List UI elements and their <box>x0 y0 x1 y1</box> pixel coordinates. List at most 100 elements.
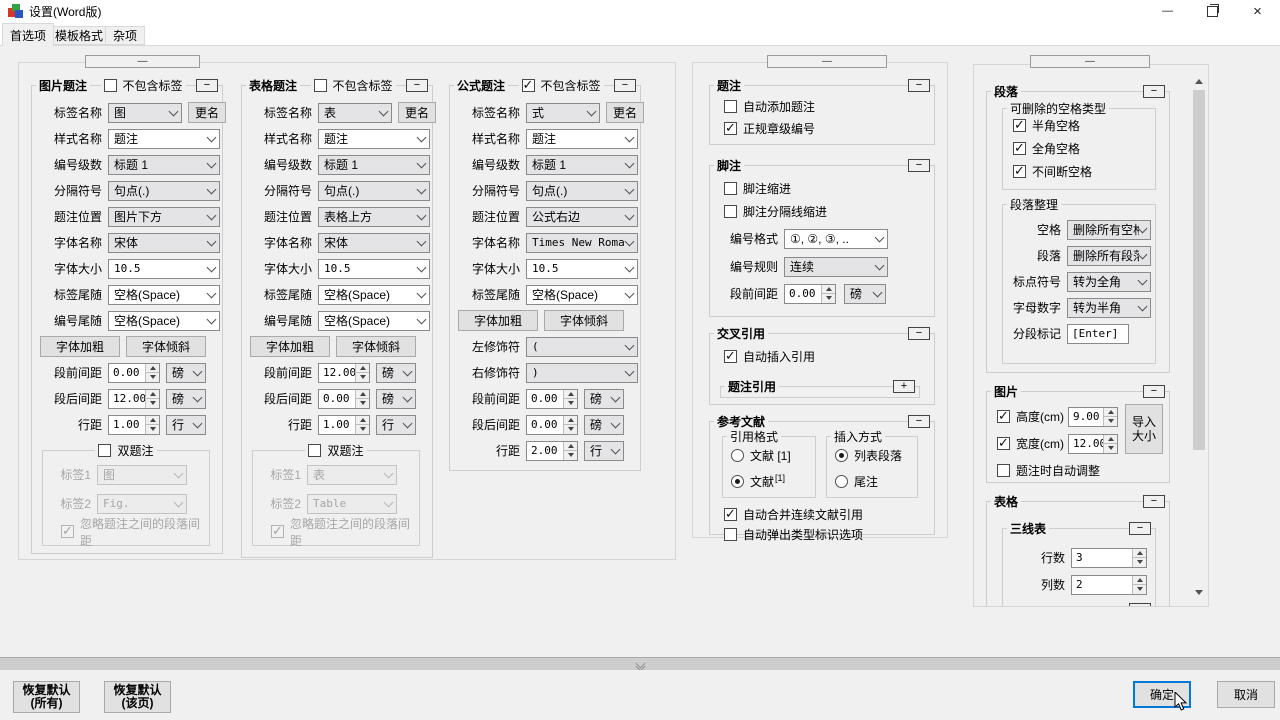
minimize-button[interactable]: — <box>1145 0 1190 22</box>
right-decorator-combo[interactable]: ) <box>526 363 638 383</box>
number-level-combo[interactable]: 标题 1 <box>318 155 430 175</box>
splitter-bar[interactable] <box>0 657 1280 671</box>
width-checkbox[interactable] <box>997 437 1010 450</box>
footnote-space-before-input[interactable]: 0.00 <box>784 284 836 304</box>
formal-chapter-number-checkbox[interactable] <box>724 122 737 135</box>
unit-combo[interactable]: 行 <box>166 415 206 435</box>
scrollbar-thumb[interactable] <box>1193 90 1205 450</box>
space-after-input[interactable]: 12.00 <box>108 389 160 409</box>
spin-down-button[interactable] <box>564 398 577 408</box>
font-italic-button[interactable]: 字体倾斜 <box>336 336 416 357</box>
collapse-button[interactable]: − <box>1129 522 1151 535</box>
collapse-button[interactable]: − <box>908 159 930 172</box>
font-italic-button[interactable]: 字体倾斜 <box>544 310 624 331</box>
unit-combo[interactable]: 磅 <box>584 415 624 435</box>
unit-combo[interactable]: 行 <box>376 415 416 435</box>
spin-down-button[interactable] <box>146 398 159 408</box>
collapse-button[interactable]: − <box>908 327 930 340</box>
label-name-combo[interactable]: 式 <box>526 103 600 123</box>
line-spacing-input[interactable]: 2.00 <box>526 441 578 461</box>
spin-down-button[interactable] <box>564 450 577 460</box>
separator-combo[interactable]: 句点(.) <box>318 181 430 201</box>
auto-add-caption-checkbox[interactable] <box>724 100 737 113</box>
expand-button[interactable]: + <box>893 380 915 393</box>
left-decorator-combo[interactable]: ( <box>526 337 638 357</box>
font-italic-button[interactable]: 字体倾斜 <box>126 336 206 357</box>
spin-up-button[interactable] <box>146 364 159 373</box>
number-trail-combo[interactable]: 空格(Space) <box>108 311 220 331</box>
nonbreaking-space-checkbox[interactable] <box>1013 165 1026 178</box>
spin-up-button[interactable] <box>1104 435 1117 444</box>
exclude-label-checkbox[interactable] <box>104 79 117 92</box>
unit-combo[interactable]: 磅 <box>376 389 416 409</box>
line-spacing-input[interactable]: 1.00 <box>318 415 370 435</box>
number-trail-combo[interactable]: 空格(Space) <box>318 311 430 331</box>
spin-down-button[interactable] <box>146 372 159 382</box>
spin-up-button[interactable] <box>356 390 369 399</box>
spin-up-button[interactable] <box>1133 576 1146 585</box>
collapse-button[interactable]: − <box>908 79 930 92</box>
alphanumeric-action-combo[interactable]: 转为半角 <box>1067 298 1151 318</box>
spin-up-button[interactable] <box>356 416 369 425</box>
label-name-combo[interactable]: 表 <box>318 103 392 123</box>
spin-up-button[interactable] <box>146 416 159 425</box>
font-name-combo[interactable]: Times New Roma <box>526 233 638 253</box>
height-checkbox[interactable] <box>997 410 1010 423</box>
number-level-combo[interactable]: 标题 1 <box>108 155 220 175</box>
spin-down-button[interactable] <box>1104 416 1117 426</box>
number-rule-combo[interactable]: 连续 <box>784 257 888 277</box>
space-before-input[interactable]: 0.00 <box>108 363 160 383</box>
cancel-button[interactable]: 取消 <box>1217 681 1275 708</box>
close-button[interactable]: × <box>1235 0 1280 22</box>
unit-combo[interactable]: 磅 <box>166 363 206 383</box>
fullwidth-space-checkbox[interactable] <box>1013 142 1026 155</box>
notes-panel-collapse-bar[interactable]: — <box>767 55 887 68</box>
spin-down-button[interactable] <box>356 398 369 408</box>
label-trail-combo[interactable]: 空格(Space) <box>108 285 220 305</box>
column-count-input[interactable]: 2 <box>1071 575 1147 595</box>
font-name-combo[interactable]: 宋体 <box>318 233 430 253</box>
spin-down-button[interactable] <box>356 372 369 382</box>
style-name-combo[interactable]: 题注 <box>526 129 638 149</box>
spin-down-button[interactable] <box>356 424 369 434</box>
font-size-combo[interactable]: 10.5 <box>108 259 220 279</box>
endnote-radio[interactable] <box>835 475 848 488</box>
space-after-input[interactable]: 0.00 <box>318 389 370 409</box>
font-bold-button[interactable]: 字体加粗 <box>40 336 120 357</box>
tab-misc[interactable]: 杂项 <box>105 26 145 45</box>
spin-up-button[interactable] <box>356 364 369 373</box>
scroll-up-button[interactable] <box>1192 73 1206 89</box>
double-caption-checkbox[interactable] <box>98 444 111 457</box>
collapse-button[interactable]: − <box>908 415 930 428</box>
spin-up-button[interactable] <box>146 390 159 399</box>
collapse-button[interactable]: − <box>614 79 636 92</box>
scroll-down-button[interactable] <box>1192 584 1206 600</box>
unit-combo[interactable]: 磅 <box>166 389 206 409</box>
footnote-indent-checkbox[interactable] <box>724 182 737 195</box>
spin-up-button[interactable] <box>564 416 577 425</box>
unit-combo[interactable]: 行 <box>584 441 624 461</box>
spin-up-button[interactable] <box>1104 408 1117 417</box>
ok-button[interactable]: 确定 <box>1133 681 1191 708</box>
spin-down-button[interactable] <box>1133 557 1146 567</box>
paragraph-mark-input[interactable]: [Enter] <box>1067 324 1129 344</box>
caption-position-combo[interactable]: 图片下方 <box>108 207 220 227</box>
font-size-combo[interactable]: 10.5 <box>318 259 430 279</box>
spin-down-button[interactable] <box>564 424 577 434</box>
restore-button[interactable] <box>1190 0 1235 22</box>
label-trail-combo[interactable]: 空格(Space) <box>318 285 430 305</box>
caption-position-combo[interactable]: 公式右边 <box>526 207 638 227</box>
collapse-button[interactable]: − <box>1143 385 1165 398</box>
rename-button[interactable]: 更名 <box>398 102 436 123</box>
unit-combo[interactable]: 磅 <box>376 363 416 383</box>
space-after-input[interactable]: 0.00 <box>526 415 578 435</box>
height-input[interactable]: 9.00 <box>1068 407 1118 427</box>
line-spacing-input[interactable]: 1.00 <box>108 415 160 435</box>
label-trail-combo[interactable]: 空格(Space) <box>526 285 638 305</box>
import-size-button[interactable]: 导入大小 <box>1125 404 1163 454</box>
restore-default-page-button[interactable]: 恢复默认(该页) <box>104 681 171 713</box>
citation-plain-radio[interactable] <box>731 449 744 462</box>
rename-button[interactable]: 更名 <box>606 102 644 123</box>
punctuation-action-combo[interactable]: 转为全角 <box>1067 272 1151 292</box>
font-size-combo[interactable]: 10.5 <box>526 259 638 279</box>
